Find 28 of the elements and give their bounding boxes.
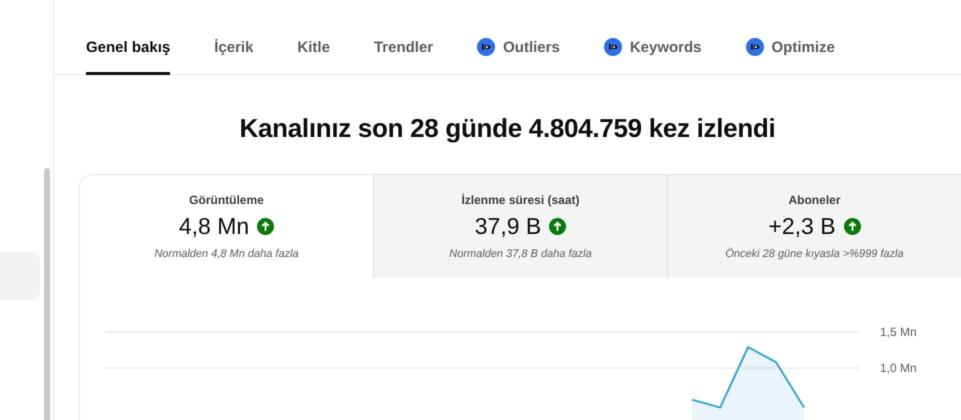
tab[interactable]: Trendler	[374, 39, 434, 75]
extension-icon	[604, 38, 622, 56]
headline: Kanalınız son 28 günde 4.804.759 kez izlendi	[238, 113, 776, 144]
scrollbar[interactable]	[44, 168, 50, 420]
metric-note: Normalden 4,8 Mn daha fazla	[154, 248, 299, 260]
tab[interactable]: Outliers	[477, 38, 560, 75]
metric-value: 37,9 B	[474, 213, 542, 240]
metric-label: Aboneler	[788, 193, 840, 207]
arrow-up-icon	[257, 218, 274, 235]
arrow-up-icon	[549, 218, 566, 235]
metric-note: Normalden 37,8 B daha fazla	[449, 248, 592, 260]
tab[interactable]: Genel bakış	[86, 39, 170, 75]
metric-tab[interactable]: İzlenme süresi (saat) 37,9 B Normalden 37,8 B daha fazla	[373, 175, 667, 278]
extension-icon	[746, 38, 764, 56]
metric-value: 4,8 Mn	[178, 213, 250, 240]
metric-value: +2,3 B	[768, 213, 836, 240]
axis-label: 1,5 Mn	[880, 325, 917, 339]
tab[interactable]: İçerik	[214, 39, 254, 75]
metric-label: Görüntüleme	[189, 193, 264, 207]
metric-note: Önceki 28 güne kıyasla >%999 fazla	[725, 248, 904, 260]
tab[interactable]: Keywords	[604, 38, 702, 75]
axis-label: 1,0 Mn	[880, 361, 917, 375]
metric-label: İzlenme süresi (saat)	[461, 193, 580, 207]
metric-tab[interactable]: Aboneler +2,3 B Önceki 28 güne kıyasla >%999 fazla	[667, 175, 961, 278]
extension-icon	[477, 38, 496, 56]
arrow-up-icon	[844, 218, 861, 235]
tab[interactable]: Kitle	[297, 39, 330, 75]
tab[interactable]: Optimize	[746, 38, 835, 75]
